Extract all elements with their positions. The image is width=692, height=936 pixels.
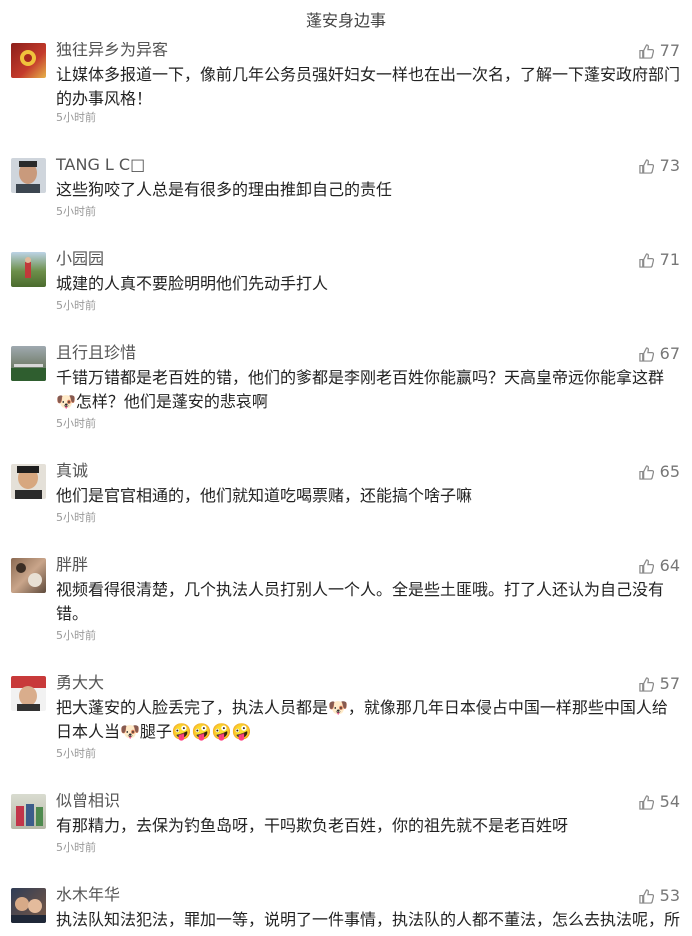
comment-text: 有那精力，去保为钓鱼岛呀，干吗欺负老百姓，你的祖先就不是老百姓呀 bbox=[56, 816, 569, 835]
like-count: 53 bbox=[659, 886, 680, 905]
comment-text: 把大蓬安的人脸丢完了，执法人员都是🐶，就像那几年日本侵占中国一样那些中国人给日本… bbox=[56, 698, 668, 741]
thumbs-up-icon bbox=[638, 346, 654, 362]
like-button[interactable]: 67 bbox=[638, 344, 680, 364]
comment-text: 视频看得很清楚，几个执法人员打别人一个人。全是些土匪哦。打了人还认为自己没有错。 bbox=[56, 580, 665, 623]
avatar[interactable] bbox=[11, 676, 46, 711]
commenter-name[interactable]: 似曾相识 bbox=[56, 791, 120, 811]
comment-time: 5小时前 bbox=[56, 299, 96, 312]
thumbs-up-icon bbox=[638, 252, 654, 268]
like-count: 65 bbox=[659, 462, 680, 481]
thumbs-up-icon bbox=[638, 43, 654, 59]
comment-text: 执法队知法犯法，罪加一等，说明了一件事情，执法队的人都不董法，怎么去执法呢，所 bbox=[56, 910, 680, 929]
like-count: 77 bbox=[659, 41, 680, 60]
commenter-name[interactable]: 独往异乡为异客 bbox=[56, 40, 168, 60]
thumbs-up-icon bbox=[638, 158, 654, 174]
comment-text: 他们是官官相通的，他们就知道吃喝票赌，还能搞个啥子嘛 bbox=[56, 486, 473, 505]
like-button[interactable]: 71 bbox=[638, 250, 680, 270]
comment-time: 5小时前 bbox=[56, 417, 96, 430]
commenter-name[interactable]: 水木年华 bbox=[56, 885, 120, 905]
avatar[interactable] bbox=[11, 43, 46, 78]
like-button[interactable]: 54 bbox=[638, 792, 680, 812]
avatar[interactable] bbox=[11, 158, 46, 193]
like-button[interactable]: 65 bbox=[638, 462, 680, 482]
avatar[interactable] bbox=[11, 252, 46, 287]
commenter-name[interactable]: 真诚 bbox=[56, 461, 88, 481]
comment-text: 这些狗咬了人总是有很多的理由推卸自己的责任 bbox=[56, 180, 393, 199]
like-count: 64 bbox=[659, 556, 680, 575]
comment-time: 5小时前 bbox=[56, 511, 96, 524]
page-title: 蓬安身边事 bbox=[0, 0, 692, 42]
avatar[interactable] bbox=[11, 794, 46, 829]
commenter-name[interactable]: 小园园 bbox=[56, 249, 104, 269]
commenter-name[interactable]: 胖胖 bbox=[56, 555, 88, 575]
thumbs-up-icon bbox=[638, 676, 654, 692]
like-button[interactable]: 77 bbox=[638, 41, 680, 61]
commenter-name[interactable]: 且行且珍惜 bbox=[56, 343, 136, 363]
thumbs-up-icon bbox=[638, 794, 654, 810]
like-count: 71 bbox=[659, 250, 680, 269]
comment-time: 5小时前 bbox=[56, 841, 96, 854]
thumbs-up-icon bbox=[638, 888, 654, 904]
commenter-name[interactable]: TANG L C□ bbox=[56, 155, 145, 175]
like-count: 54 bbox=[659, 792, 680, 811]
like-button[interactable]: 64 bbox=[638, 556, 680, 576]
thumbs-up-icon bbox=[638, 464, 654, 480]
like-button[interactable]: 73 bbox=[638, 156, 680, 176]
like-button[interactable]: 53 bbox=[638, 886, 680, 906]
avatar[interactable] bbox=[11, 558, 46, 593]
comment-time: 5小时前 bbox=[56, 205, 96, 218]
comment-time: 5小时前 bbox=[56, 629, 96, 642]
thumbs-up-icon bbox=[638, 558, 654, 574]
comment-text: 千错万错都是老百姓的错，他们的爹都是李刚老百姓你能赢吗？天高皇帝远你能拿这群🐶怎… bbox=[56, 368, 665, 411]
like-count: 57 bbox=[659, 674, 680, 693]
avatar[interactable] bbox=[11, 346, 46, 381]
like-count: 73 bbox=[659, 156, 680, 175]
comment-text: 城建的人真不要脸明明他们先动手打人 bbox=[56, 274, 329, 293]
comment-time: 5小时前 bbox=[56, 111, 96, 124]
like-button[interactable]: 57 bbox=[638, 674, 680, 694]
avatar[interactable] bbox=[11, 888, 46, 923]
like-count: 67 bbox=[659, 344, 680, 363]
commenter-name[interactable]: 勇大大 bbox=[56, 673, 104, 693]
comment-text: 让媒体多报道一下，像前几年公务员强奸妇女一样也在出一次名，了解一下蓬安政府部门的… bbox=[56, 65, 681, 108]
comment-time: 5小时前 bbox=[56, 747, 96, 760]
avatar[interactable] bbox=[11, 464, 46, 499]
